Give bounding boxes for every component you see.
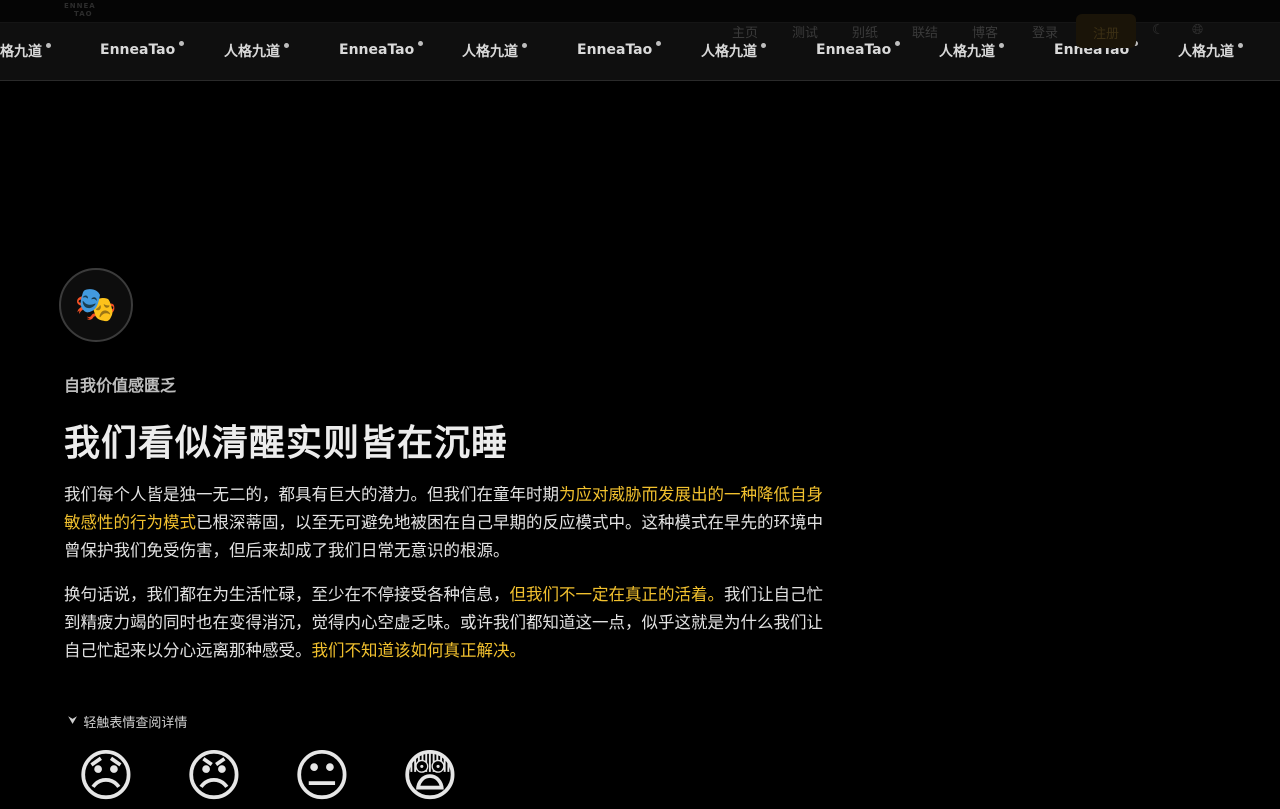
ticker-item: 人格九道: [224, 41, 289, 61]
register-button[interactable]: 注册: [1076, 14, 1136, 48]
dot-icon: [179, 41, 185, 46]
dot-icon: [895, 41, 901, 46]
logo-text-line1: ENNEA: [64, 2, 96, 10]
register-label: 注册: [1093, 27, 1120, 42]
dot-icon: [522, 43, 527, 48]
nav-login[interactable]: 登录: [1032, 22, 1058, 41]
nav-home[interactable]: 主页: [732, 22, 758, 41]
avatar: 🎭: [59, 268, 133, 342]
ticker-item: EnneaTao: [816, 41, 901, 58]
ticker-item: 人格九道: [0, 41, 51, 61]
nav-test[interactable]: 测试: [792, 22, 818, 41]
page-subtitle: 自我价值感匮乏: [64, 376, 177, 395]
emoji-angry[interactable]: 😠: [183, 746, 245, 808]
logo-text-line2: TAO: [74, 10, 93, 18]
ticker-item: EnneaTao: [339, 41, 424, 58]
intro-paragraph-1: 我们每个人皆是独一无二的，都具有巨大的潜力。但我们在童年时期为应对威胁而发展出的…: [64, 485, 823, 560]
nav-links[interactable]: 联结: [912, 22, 938, 41]
ticker-item: EnneaTao: [577, 41, 662, 58]
ticker-item: EnneaTao: [100, 41, 185, 58]
emoji-hint: ⮟ 轻触表情查阅详情: [68, 714, 188, 731]
dot-icon: [1238, 43, 1243, 48]
ticker-item: 人格九道: [1178, 41, 1243, 61]
nav-blog[interactable]: 博客: [972, 22, 998, 41]
chevron-down-icon: ⮟: [68, 714, 78, 727]
ticker-item: 人格九道: [939, 41, 1004, 61]
nav-wallpaper[interactable]: 别纸: [852, 22, 878, 41]
highlight-text: 但我们不一定在真正的活着。: [509, 585, 725, 604]
emoji-disappointed[interactable]: 😞: [75, 746, 137, 808]
site-logo[interactable]: ENNEA TAO: [64, 2, 110, 22]
dot-icon: [46, 43, 51, 48]
dot-icon: [418, 41, 424, 46]
ticker-item: 人格九道: [462, 41, 527, 61]
intro-paragraph-2: 换句话说，我们都在为生活忙碌，至少在不停接受各种信息，但我们不一定在真正的活着。…: [64, 585, 823, 660]
emoji-fearful[interactable]: 😨: [399, 746, 461, 808]
dot-icon: [284, 43, 289, 48]
globe-icon[interactable]: 🌐︎: [1192, 22, 1203, 38]
ticker-item: 人格九道: [701, 41, 766, 61]
theater-masks-icon: 🎭: [74, 285, 118, 325]
dot-icon: [999, 43, 1004, 48]
highlight-text: 我们不知道该如何真正解决。: [311, 641, 527, 660]
dot-icon: [761, 43, 766, 48]
dot-icon: [656, 41, 662, 46]
moon-icon[interactable]: ☾: [1152, 22, 1165, 38]
emoji-neutral[interactable]: 😐: [291, 746, 353, 808]
page-title: 我们看似清醒实则皆在沉睡: [64, 423, 509, 464]
